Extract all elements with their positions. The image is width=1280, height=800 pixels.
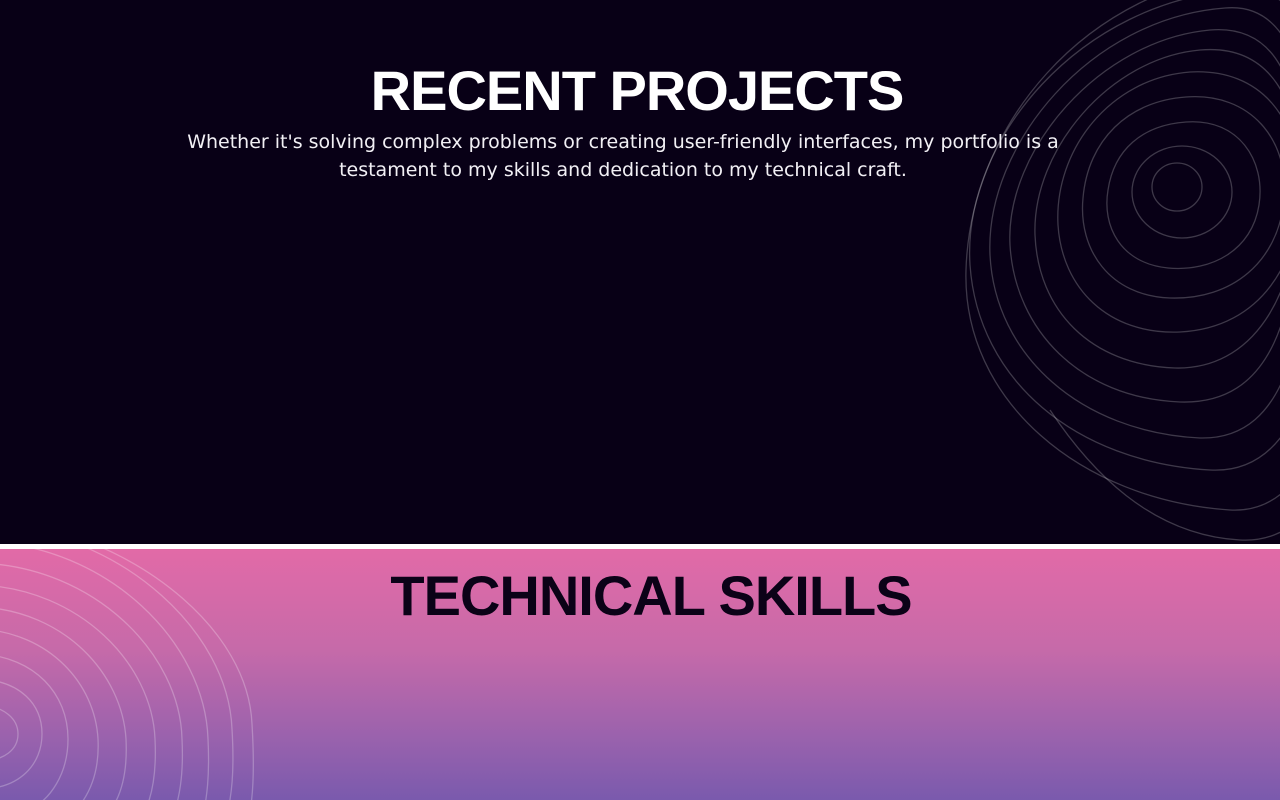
technical-skills-section: TECHNICAL SKILLS — [0, 549, 1280, 800]
technical-skills-title: TECHNICAL SKILLS — [390, 564, 912, 627]
recent-projects-description: Whether it's solving complex problems or… — [187, 131, 1059, 181]
recent-projects-title: RECENT PROJECTS — [370, 59, 905, 122]
recent-projects-section: RECENT PROJECTS Whether it's solving com… — [0, 0, 1280, 544]
